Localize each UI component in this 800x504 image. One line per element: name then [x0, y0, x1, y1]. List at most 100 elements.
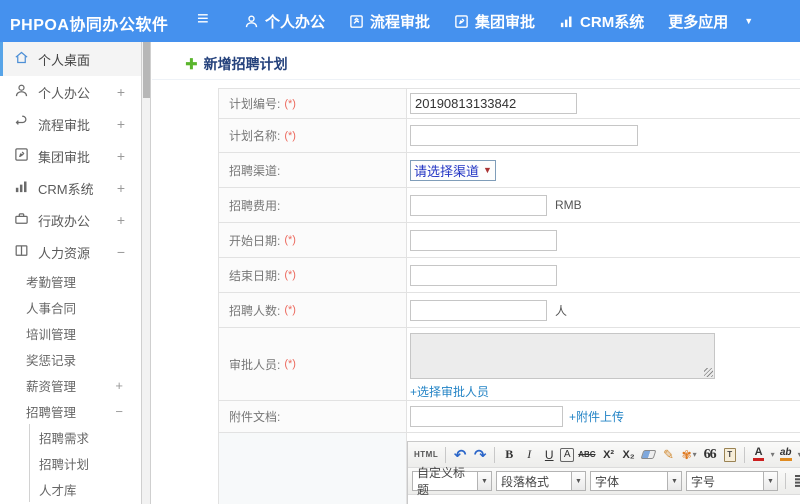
caret-down-icon[interactable]: ▼: [764, 471, 778, 491]
sidebar-item-group-approval[interactable]: 集团审批 +: [0, 140, 141, 172]
select-approvers-link[interactable]: +选择审批人员: [410, 383, 489, 400]
align-left-button[interactable]: [793, 471, 800, 491]
page-title-text: 新增招聘计划: [203, 56, 288, 72]
undo-icon[interactable]: ↶: [451, 445, 469, 465]
sidebar-item-human-resources[interactable]: 人力资源 −: [0, 236, 141, 268]
topmenu-crm-system[interactable]: CRM系统: [559, 11, 644, 32]
collapse-icon[interactable]: −: [117, 244, 125, 260]
highlight-color-button[interactable]: ab: [777, 445, 795, 465]
underline-button[interactable]: U: [540, 445, 558, 465]
sidebar-item-personal-office[interactable]: 个人办公 +: [0, 76, 141, 108]
sidebar-item-workflow-approval[interactable]: 流程审批 +: [0, 108, 141, 140]
remove-format-button[interactable]: [640, 445, 658, 465]
sidebar-item-label: CRM系统: [38, 181, 94, 197]
sidebar-item-admin-office[interactable]: 行政办公 +: [0, 204, 141, 236]
redo-icon[interactable]: ↷: [471, 445, 489, 465]
expand-icon[interactable]: +: [115, 378, 123, 393]
approvers-textarea[interactable]: [410, 333, 715, 379]
italic-button[interactable]: I: [520, 445, 538, 465]
strikethrough-button[interactable]: ABC: [576, 445, 597, 465]
sidebar-subitem-label: 考勤管理: [26, 275, 77, 290]
plan-number-input[interactable]: [410, 93, 577, 114]
sidebar-subitem-label: 奖惩记录: [26, 353, 77, 368]
sidebar-item-label: 流程审批: [38, 117, 91, 133]
channel-select[interactable]: 请选择渠道 ▼: [410, 159, 496, 181]
edit-icon: [454, 14, 469, 29]
sidebar-scrollbar-track[interactable]: [141, 42, 151, 504]
custom-heading-combo[interactable]: 自定义标题 ▼: [412, 466, 492, 497]
workflow-icon: [349, 14, 364, 29]
expand-icon[interactable]: +: [117, 212, 125, 228]
font-family-combo[interactable]: 字体 ▼: [590, 471, 682, 491]
topmenu-label: 个人办公: [265, 13, 326, 31]
field-label: 招聘渠道:: [219, 153, 407, 187]
toolbar-separator: [445, 446, 447, 463]
form-row-plan-number: 计划编号: (*): [219, 89, 800, 119]
caret-down-icon[interactable]: ▼: [478, 471, 492, 491]
topmenu-group-approval[interactable]: 集团审批: [454, 11, 535, 32]
expand-icon[interactable]: +: [117, 116, 125, 132]
expand-icon[interactable]: +: [117, 84, 125, 100]
attachment-upload-link[interactable]: +附件上传: [569, 408, 624, 425]
label-text: 招聘费用:: [229, 198, 281, 213]
sidebar-subitem-training[interactable]: 培训管理: [0, 320, 141, 346]
sidebar-subitem-hr-contract[interactable]: 人事合同: [0, 294, 141, 320]
attachment-input[interactable]: [410, 406, 563, 427]
sidebar-subitem-attendance[interactable]: 考勤管理: [0, 268, 141, 294]
start-date-input[interactable]: [410, 229, 557, 251]
recruit-cost-input[interactable]: [410, 194, 547, 216]
sidebar-subitem-salary[interactable]: 薪资管理 +: [0, 372, 141, 398]
font-size-combo[interactable]: 字号 ▼: [686, 471, 778, 491]
workflow-icon: [14, 115, 29, 133]
caret-down-icon[interactable]: ▼: [572, 471, 586, 491]
topmenu-label: 流程审批: [370, 13, 431, 31]
superscript-button[interactable]: X²: [600, 445, 618, 465]
sidebar-item-label: 集团审批: [38, 149, 91, 165]
sidebar-subitem-rewards[interactable]: 奖惩记录: [0, 346, 141, 372]
font-style-button[interactable]: A: [560, 447, 575, 462]
font-color-button[interactable]: A: [750, 445, 768, 465]
app-window: PHPOA协同办公软件 ≡ 个人办公 流程审批 集团审批 CRM系统 更多应用 …: [0, 0, 800, 504]
hamburger-menu-icon[interactable]: ≡: [197, 8, 209, 31]
sidebar-nav: 个人桌面 个人办公 + 流程审批 + 集团审批 + CRM系统 + 行政办公 +…: [0, 42, 141, 504]
paint-style-button[interactable]: ✾ ▾: [680, 445, 699, 465]
sidebar-item-crm-system[interactable]: CRM系统 +: [0, 172, 141, 204]
html-source-button[interactable]: HTML: [412, 445, 440, 465]
page-title: ✚ 新增招聘计划: [185, 54, 288, 74]
form-row-headcount: 招聘人数: (*) 人: [219, 293, 800, 328]
expand-icon[interactable]: +: [117, 180, 125, 196]
format-brush-button[interactable]: ✎: [660, 445, 678, 465]
sidebar-subsubitem-talent-pool[interactable]: 人才库: [30, 476, 141, 502]
topmenu-workflow-approval[interactable]: 流程审批: [349, 11, 430, 32]
recruit-plan-form: 计划编号: (*) 计划名称: (*) 招聘: [218, 88, 800, 504]
select-value: 请选择渠道: [414, 163, 480, 179]
combo-value: 字号: [686, 471, 764, 491]
sidebar-subsubitem-recruit-plan[interactable]: 招聘计划: [30, 450, 141, 476]
subscript-button[interactable]: X₂: [620, 445, 638, 465]
sidebar-item-personal-desktop[interactable]: 个人桌面: [0, 42, 141, 76]
expand-icon[interactable]: +: [117, 148, 125, 164]
collapse-icon[interactable]: −: [115, 404, 123, 419]
headcount-input[interactable]: [410, 299, 547, 321]
paragraph-format-combo[interactable]: 段落格式 ▼: [496, 471, 586, 491]
font-color-glyph: A: [754, 446, 763, 458]
sidebar-scrollbar-thumb[interactable]: [143, 42, 150, 98]
blockquote-button[interactable]: 66: [701, 445, 719, 465]
richtext-editor: HTML ↶ ↷ B I U A ABC X² X₂ ✎ ✾ ▾ 66 T A …: [407, 441, 800, 504]
color-swatch: [779, 458, 792, 461]
user-icon: [244, 14, 259, 29]
sidebar-subsubitem-recruit-demand[interactable]: 招聘需求: [30, 424, 141, 450]
resize-handle[interactable]: [704, 368, 713, 377]
field-label: 开始日期: (*): [219, 223, 407, 257]
topmenu-personal-office[interactable]: 个人办公: [244, 11, 325, 32]
required-mark: (*): [284, 129, 296, 142]
label-text: 开始日期:: [229, 233, 281, 248]
sidebar-subitem-recruitment[interactable]: 招聘管理 −: [0, 398, 141, 424]
paste-as-text-button[interactable]: T: [721, 445, 739, 465]
topmenu-more-apps[interactable]: 更多应用 ▼: [668, 11, 753, 32]
bold-button[interactable]: B: [500, 445, 518, 465]
end-date-input[interactable]: [410, 264, 557, 286]
plan-name-input[interactable]: [410, 125, 638, 146]
caret-down-icon[interactable]: ▼: [668, 471, 682, 491]
required-mark: (*): [284, 97, 296, 110]
